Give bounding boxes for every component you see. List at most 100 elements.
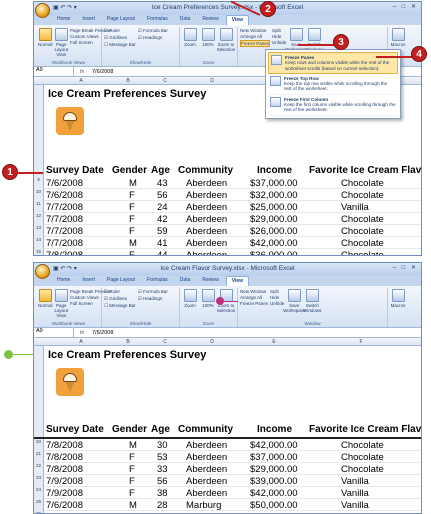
fx-icon[interactable]: fx — [74, 330, 90, 336]
cell-gender[interactable]: F — [129, 250, 135, 255]
gridlines-checkbox[interactable]: ☑ Gridlines — [104, 35, 136, 41]
col-header-f[interactable]: F — [306, 339, 416, 345]
cell-flavor[interactable]: Chocolate — [341, 250, 384, 255]
cell-age[interactable]: 44 — [157, 250, 168, 255]
new-window-button[interactable]: New Window — [240, 289, 268, 294]
cell-flavor[interactable]: Chocolate — [341, 190, 384, 201]
cell-age[interactable]: 43 — [157, 178, 168, 189]
row-number[interactable]: 13 — [34, 225, 44, 237]
row-number[interactable]: 25 — [34, 499, 44, 511]
header-survey-date[interactable]: Survey Date — [46, 424, 104, 435]
ruler-checkbox[interactable]: ☐ Ruler — [104, 28, 136, 34]
tab-home[interactable]: Home — [52, 15, 75, 25]
cell-gender[interactable]: F — [129, 214, 135, 225]
tab-insert[interactable]: Insert — [77, 276, 100, 286]
fx-icon[interactable]: fx — [74, 69, 90, 75]
row-number[interactable]: 24 — [34, 487, 44, 499]
cell-age[interactable]: 41 — [157, 238, 168, 249]
cell-age[interactable]: 30 — [157, 440, 168, 451]
cell-flavor[interactable]: Vanilla — [341, 476, 369, 487]
tab-page-layout[interactable]: Page Layout — [102, 276, 140, 286]
sheet-title[interactable]: Ice Cream Preferences Survey — [48, 349, 206, 361]
cell-age[interactable]: 33 — [157, 464, 168, 475]
cell-date[interactable]: 7/7/2008 — [46, 226, 83, 237]
hide-button[interactable]: Hide — [272, 34, 286, 39]
tab-insert[interactable]: Insert — [77, 15, 100, 25]
row-number[interactable]: 14 — [34, 237, 44, 249]
cell-community[interactable]: Marburg — [186, 500, 221, 511]
header-age[interactable]: Age — [151, 424, 170, 435]
col-header-b[interactable]: B — [108, 78, 148, 84]
split-button[interactable]: Split — [272, 28, 286, 33]
cell-date[interactable]: 7/9/2008 — [46, 488, 83, 499]
cell-flavor[interactable]: Vanilla — [341, 488, 369, 499]
cell-income[interactable]: $29,000.00 — [250, 464, 298, 475]
new-window-button[interactable]: New Window — [240, 28, 270, 33]
header-income[interactable]: Income — [257, 165, 292, 176]
col-header-a[interactable]: A — [56, 339, 106, 345]
header-survey-date[interactable]: Survey Date — [46, 165, 104, 176]
freeze-first-column-option[interactable]: Freeze First Column Keep the first column… — [268, 95, 398, 116]
row-number[interactable]: 21 — [34, 451, 44, 463]
cell-date[interactable]: 7/8/2008 — [46, 464, 83, 475]
sheet-title[interactable]: Ice Cream Preferences Survey — [48, 88, 206, 100]
col-header-d[interactable]: D — [182, 78, 242, 84]
cell-age[interactable]: 24 — [157, 202, 168, 213]
tab-formulas[interactable]: Formulas — [142, 276, 173, 286]
cell-date[interactable]: 7/8/2008 — [46, 250, 83, 255]
cell-income[interactable]: $32,000.00 — [250, 190, 298, 201]
cell-flavor[interactable]: Chocolate — [341, 238, 384, 249]
cell-date[interactable]: 7/7/2008 — [46, 238, 83, 249]
ruler-checkbox[interactable]: ☐ Ruler — [104, 289, 136, 295]
cell-gender[interactable]: M — [129, 440, 137, 451]
formula-bar-checkbox[interactable]: ☑ Formula Bar — [138, 289, 168, 295]
cell-income[interactable]: $37,000.00 — [250, 452, 298, 463]
cell-gender[interactable]: F — [129, 464, 135, 475]
cell-income[interactable]: $42,000.00 — [250, 238, 298, 249]
cell-flavor[interactable]: Chocolate — [341, 464, 384, 475]
row-number[interactable]: 11 — [34, 201, 44, 213]
arrange-all-button[interactable]: Arrange All — [240, 295, 268, 300]
cell-date[interactable]: 7/9/2008 — [46, 476, 83, 487]
cell-community[interactable]: Aberdeen — [186, 214, 227, 225]
office-button[interactable] — [35, 3, 50, 18]
cell-community[interactable]: Aberdeen — [186, 190, 227, 201]
cell-community[interactable]: Aberdeen — [186, 250, 227, 255]
header-community[interactable]: Community — [178, 424, 233, 435]
row-number[interactable]: 12 — [34, 213, 44, 225]
formula-input[interactable]: 7/6/2008 — [90, 69, 113, 75]
cell-flavor[interactable]: Chocolate — [341, 226, 384, 237]
cell-date[interactable]: 7/6/2008 — [46, 178, 83, 189]
cell-community[interactable]: Aberdeen — [186, 464, 227, 475]
cell-age[interactable]: 56 — [157, 476, 168, 487]
formula-input[interactable]: 7/6/2008 — [90, 330, 113, 336]
col-header-b[interactable]: B — [108, 339, 148, 345]
cell-gender[interactable]: F — [129, 190, 135, 201]
tab-page-layout[interactable]: Page Layout — [102, 15, 140, 25]
cell-date[interactable]: 7/8/2008 — [46, 452, 83, 463]
cell-gender[interactable]: M — [129, 500, 137, 511]
cell-community[interactable]: Aberdeen — [186, 476, 227, 487]
cell-flavor[interactable]: Chocolate — [341, 214, 384, 225]
cell-community[interactable]: Aberdeen — [186, 226, 227, 237]
cell-community[interactable]: Aberdeen — [186, 202, 227, 213]
row-number[interactable]: 20 — [34, 439, 44, 451]
freeze-panes-button[interactable]: Freeze Panes — [240, 40, 271, 47]
message-bar-checkbox[interactable]: ☐ Message Bar — [104, 303, 136, 309]
row-number[interactable]: 10 — [34, 189, 44, 201]
col-header-c[interactable]: C — [150, 78, 180, 84]
cell-flavor[interactable]: Vanilla — [341, 500, 369, 511]
row-number[interactable]: 22 — [34, 463, 44, 475]
cell-income[interactable]: $37,000.00 — [250, 178, 298, 189]
cell-gender[interactable]: F — [129, 488, 135, 499]
cell-community[interactable]: Aberdeen — [186, 178, 227, 189]
col-header-a[interactable]: A — [56, 78, 106, 84]
cell-date[interactable]: 7/8/2008 — [46, 440, 83, 451]
cell-age[interactable]: 38 — [157, 488, 168, 499]
header-age[interactable]: Age — [151, 165, 170, 176]
cell-income[interactable]: $39,000.00 — [250, 476, 298, 487]
gridlines-checkbox[interactable]: ☑ Gridlines — [104, 296, 136, 302]
cell-gender[interactable]: F — [129, 226, 135, 237]
headings-checkbox[interactable]: ☑ Headings — [138, 296, 168, 302]
cell-income[interactable]: $42,000.00 — [250, 440, 298, 451]
